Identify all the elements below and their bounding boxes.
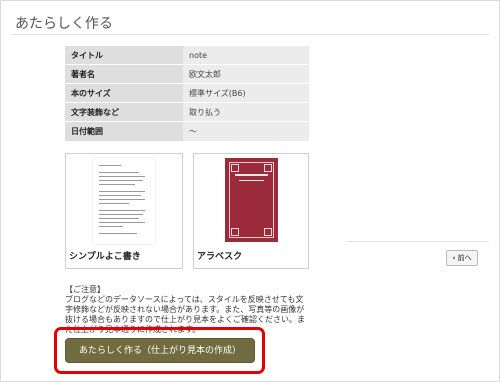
section-divider	[347, 241, 489, 242]
template-card-simple[interactable]: シンプルよこ書き	[65, 153, 183, 269]
main-panel: あたらしく作る タイトル note 著者名 欧文太郎 本のサイズ 標準サイズ(B…	[0, 0, 500, 382]
title-divider	[11, 34, 489, 35]
info-key: 本のサイズ	[65, 83, 183, 103]
book-info-table: タイトル note 著者名 欧文太郎 本のサイズ 標準サイズ(B6) 文字装飾な…	[65, 45, 309, 141]
template-label: アラベスク	[197, 252, 243, 262]
highlight-frame	[54, 327, 265, 374]
page-title: あたらしく作る	[15, 16, 113, 32]
document-preview-thumbnail	[93, 158, 155, 244]
chevron-left-icon: ‹	[452, 254, 456, 262]
table-row: 本のサイズ 標準サイズ(B6)	[65, 83, 309, 103]
info-value: 標準サイズ(B6)	[183, 83, 309, 103]
info-key: 文字装飾など	[65, 102, 183, 122]
info-value: 欧文太郎	[183, 64, 309, 84]
table-row: 文字装飾など 取り払う	[65, 102, 309, 122]
info-value: 取り払う	[183, 102, 309, 122]
table-row: タイトル note	[65, 45, 309, 65]
table-row: 日付範囲 〜	[65, 121, 309, 141]
info-value: 〜	[183, 121, 309, 141]
notice-heading: 【ご注意】	[65, 285, 105, 294]
prev-button[interactable]: ‹ 前へ	[446, 250, 478, 266]
table-row: 著者名 欧文太郎	[65, 64, 309, 84]
template-label: シンプルよこ書き	[69, 252, 141, 262]
info-key: 著者名	[65, 64, 183, 84]
template-card-arabesque[interactable]: アラベスク	[193, 153, 309, 269]
info-key: 日付範囲	[65, 121, 183, 141]
info-value: note	[183, 45, 309, 65]
book-cover-thumbnail	[225, 158, 278, 242]
info-key: タイトル	[65, 45, 183, 65]
prev-button-label: 前へ	[457, 254, 472, 262]
